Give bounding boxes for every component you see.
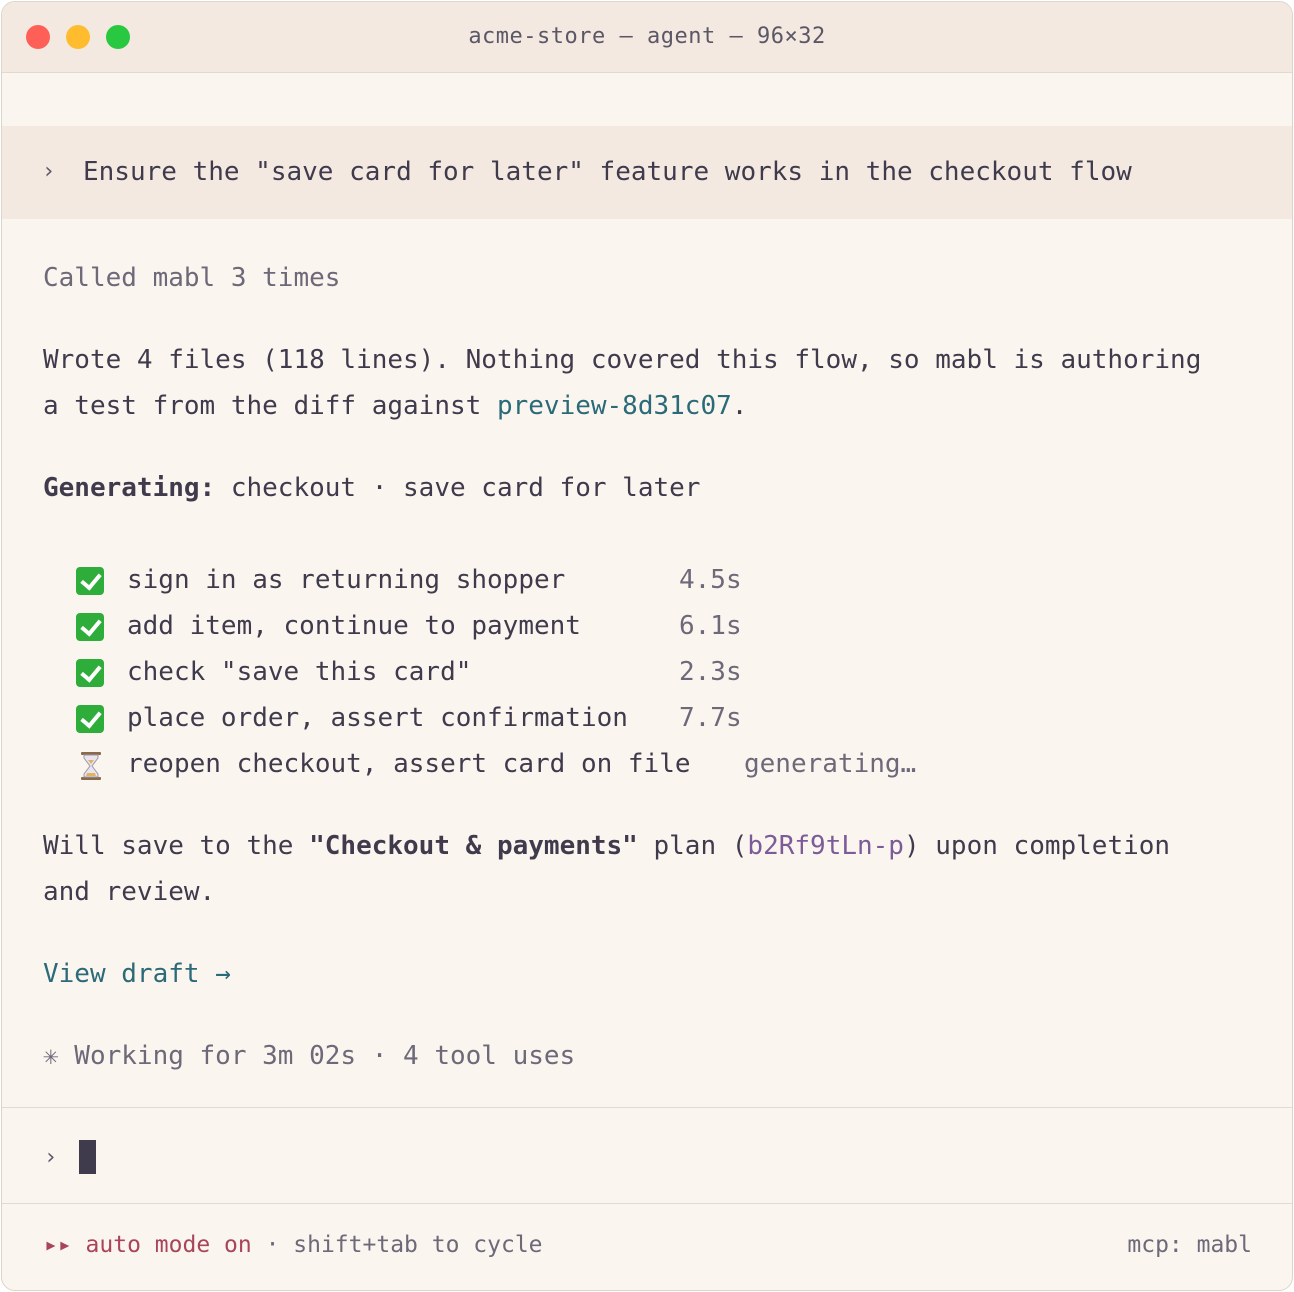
step-duration: 4.5s [679, 565, 742, 595]
input-divider-bottom [2, 1203, 1292, 1204]
input-divider-top [2, 1107, 1292, 1108]
step-duration: 2.3s [679, 657, 742, 687]
wrote-files-text: a test from the diff against [43, 391, 497, 421]
wrote-files-line-1: Wrote 4 files (118 lines). Nothing cover… [43, 345, 1202, 375]
step-label: reopen checkout, assert card on file [127, 749, 691, 779]
save-destination-line-1: Will save to the "Checkout & payments" p… [43, 829, 1170, 863]
step-status: generating… [744, 749, 917, 779]
step-label: place order, assert confirmation [127, 703, 628, 733]
window-title: acme-store — agent — 96×32 [468, 24, 826, 49]
check-mark-icon [76, 613, 104, 641]
plan-id: b2Rf9tLn-p [747, 831, 904, 861]
mcp-status: mcp: mabl [1127, 1232, 1252, 1258]
check-mark-icon [76, 567, 104, 595]
save-prefix: Will save to the [43, 831, 310, 861]
title-bar: acme-store — agent — 96×32 [2, 2, 1292, 73]
generating-test-name: checkout · save card for later [215, 473, 701, 503]
plan-name: "Checkout & payments" [309, 831, 638, 861]
prompt-text: Ensure the "save card for later" feature… [83, 157, 1132, 187]
wrote-files-period: . [731, 391, 748, 421]
step-label: check "save this card" [127, 657, 472, 687]
test-step: place order, assert confirmation 7.7s [76, 701, 742, 735]
test-step: sign in as returning shopper 4.5s [76, 563, 742, 597]
mode-cycle-hint: · shift+tab to cycle [251, 1232, 543, 1258]
step-label: add item, continue to payment [127, 611, 581, 641]
generating-line: Generating: checkout · save card for lat… [43, 471, 700, 505]
generating-label: Generating: [43, 473, 216, 503]
view-draft-link[interactable]: View draft → [43, 957, 231, 991]
test-step: add item, continue to payment 6.1s [76, 609, 742, 643]
step-duration: 6.1s [679, 611, 742, 641]
save-middle: plan ( [637, 831, 748, 861]
prompt-caret-icon: › [42, 159, 56, 184]
test-step: check "save this card" 2.3s [76, 655, 742, 689]
step-label: sign in as returning shopper [127, 565, 566, 595]
save-destination-line-2: and review. [43, 877, 216, 907]
tool-call-summary[interactable]: Called mabl 3 times [43, 261, 340, 295]
save-suffix: ) upon completion [903, 831, 1171, 861]
auto-mode-indicator: ▸▸ auto mode on [44, 1232, 252, 1258]
terminal-window: acme-store — agent — 96×32 › Ensure the … [1, 1, 1293, 1291]
user-prompt: › Ensure the "save card for later" featu… [2, 126, 1292, 219]
step-duration: 7.7s [679, 703, 742, 733]
test-step: reopen checkout, assert card on file gen… [76, 747, 916, 781]
check-mark-icon [76, 659, 104, 687]
input-caret-icon: › [44, 1145, 58, 1170]
working-status: ✳ Working for 3m 02s · 4 tool uses [43, 1041, 576, 1071]
input-cursor[interactable] [79, 1140, 96, 1174]
hourglass-icon [76, 751, 104, 781]
mode-status[interactable]: ▸▸ auto mode on · shift+tab to cycle [44, 1231, 543, 1259]
preview-branch-link[interactable]: preview-8d31c07 [497, 391, 732, 421]
check-mark-icon [76, 705, 104, 733]
wrote-files-line-2: a test from the diff against preview-8d3… [43, 389, 747, 423]
